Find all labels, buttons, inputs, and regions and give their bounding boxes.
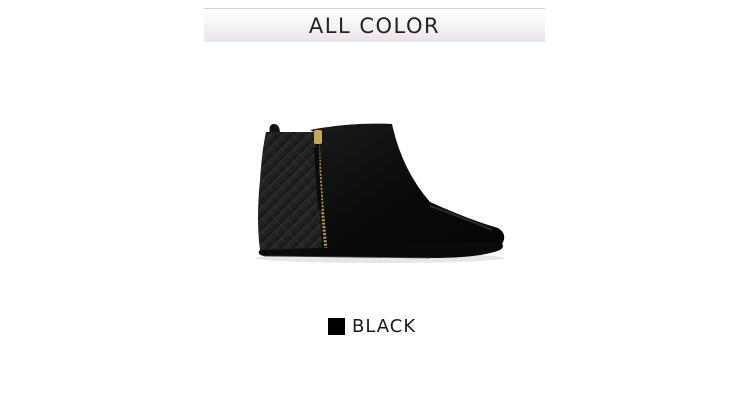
color-option[interactable]: BLACK [328, 314, 416, 338]
color-swatch [328, 317, 345, 335]
section-title: ALL COLOR [308, 13, 441, 38]
color-name: BLACK [352, 315, 417, 337]
ankle-boot-image [255, 123, 505, 263]
color-showcase: ALL COLOR BLACK [0, 0, 750, 418]
section-header: ALL COLOR [204, 8, 545, 42]
